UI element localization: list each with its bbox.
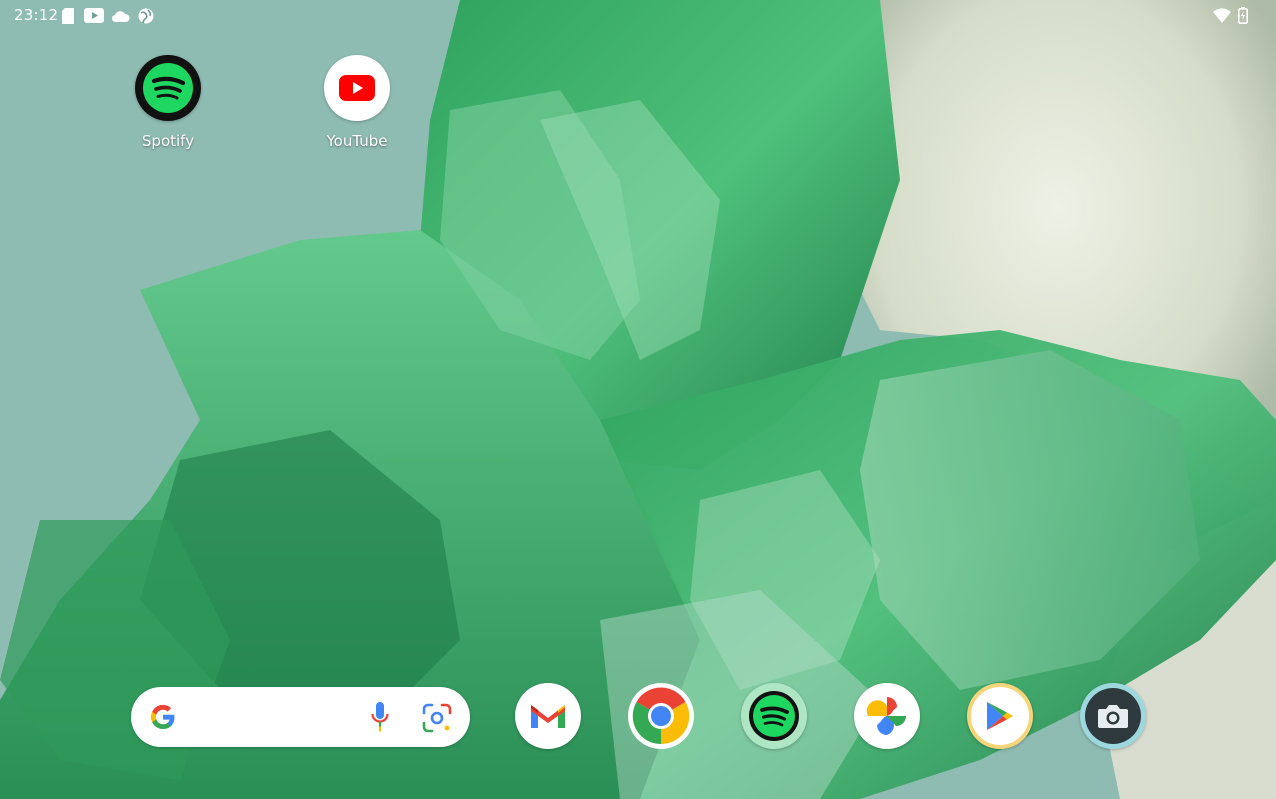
app-spotify[interactable]: Spotify (108, 55, 228, 150)
battery-charging-icon (1238, 7, 1248, 28)
spotify-icon (135, 55, 201, 121)
spotify-icon[interactable] (741, 683, 807, 749)
status-time: 23:12 (14, 6, 59, 24)
app-youtube[interactable]: YouTube (297, 55, 417, 150)
play-store-icon[interactable] (967, 683, 1033, 749)
status-bar: 23:12 (0, 0, 1276, 32)
google-search-bar[interactable] (131, 687, 470, 747)
camera-icon[interactable] (1080, 683, 1146, 749)
app-label: Spotify (141, 132, 195, 150)
google-photos-icon[interactable] (854, 683, 920, 749)
google-g-icon (149, 703, 177, 735)
youtube-icon (324, 55, 390, 121)
microphone-icon[interactable] (371, 702, 389, 736)
chrome-icon[interactable] (628, 683, 694, 749)
sd-card-icon (62, 8, 74, 28)
globe-icon (138, 8, 154, 28)
youtube-notification-icon (84, 8, 104, 27)
cloud-icon (111, 8, 130, 27)
google-lens-icon[interactable] (422, 703, 452, 737)
wifi-icon (1213, 8, 1231, 27)
app-label: YouTube (326, 132, 388, 150)
gmail-icon[interactable] (515, 683, 581, 749)
